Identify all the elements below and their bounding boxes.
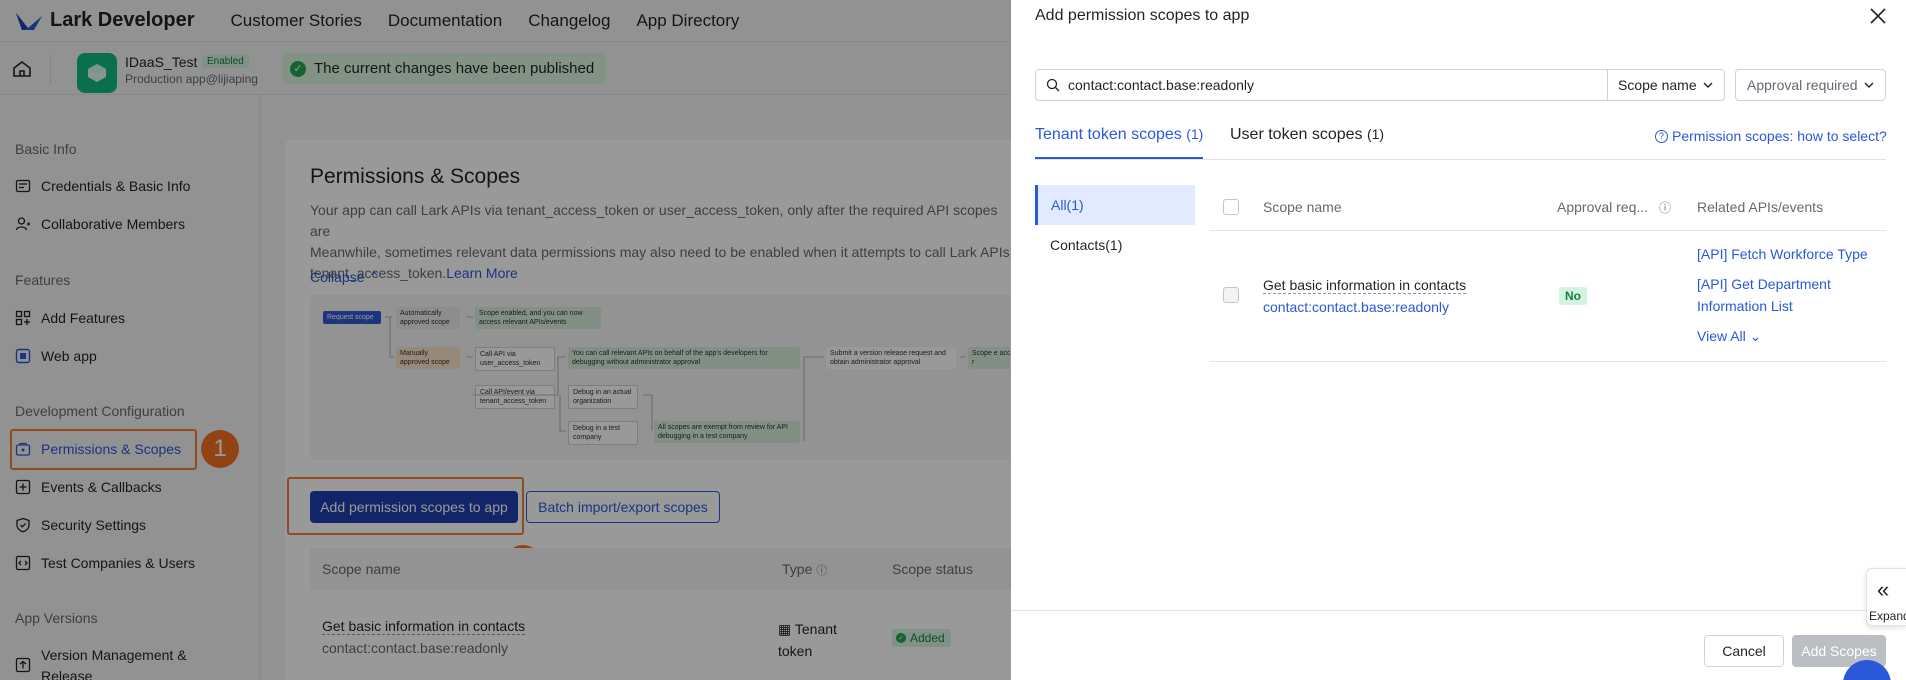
scope-name: Get basic information in contacts xyxy=(1263,277,1467,294)
search-icon xyxy=(1046,78,1060,92)
row-checkbox[interactable] xyxy=(1223,287,1239,303)
approval-badge: No xyxy=(1559,287,1587,305)
api-link-department-list[interactable]: [API] Get Department Information List xyxy=(1697,273,1831,317)
tab-user-token-scopes[interactable]: User token scopes (1) xyxy=(1230,126,1384,144)
drawer-table-header: Scope name Approval req... ⓘ Related API… xyxy=(1210,183,1886,231)
double-chevron-left-icon: « xyxy=(1877,577,1890,602)
view-all-link[interactable]: View All ⌄ xyxy=(1697,325,1761,347)
category-all[interactable]: All(1) xyxy=(1035,185,1195,225)
category-contacts[interactable]: Contacts(1) xyxy=(1050,237,1122,253)
add-scopes-drawer xyxy=(1011,0,1906,680)
col-scope-name: Scope name xyxy=(1263,199,1342,215)
row-divider xyxy=(1210,361,1886,362)
view-all-label: View All xyxy=(1697,328,1746,344)
tab-label: User token scopes xyxy=(1230,126,1363,143)
modal-overlay[interactable] xyxy=(0,0,1011,680)
select-value: Approval required xyxy=(1747,77,1858,93)
drawer-title: Add permission scopes to app xyxy=(1035,7,1250,24)
chevron-down-icon xyxy=(1864,82,1874,88)
col-approval: Approval req... xyxy=(1557,199,1649,215)
api-link-line: Information List xyxy=(1697,298,1793,314)
cancel-button[interactable]: Cancel xyxy=(1704,635,1784,667)
footer-divider xyxy=(1011,610,1906,611)
select-all-checkbox[interactable] xyxy=(1223,199,1239,215)
select-value: Scope name xyxy=(1618,77,1697,93)
expand-label: Expand xyxy=(1869,609,1906,623)
chevron-down-icon xyxy=(1703,82,1713,88)
tab-count: (1) xyxy=(1186,126,1204,142)
chevron-down-icon: ⌄ xyxy=(1749,328,1762,344)
tab-label: Tenant token scopes xyxy=(1035,126,1182,143)
tabs-divider xyxy=(1035,159,1886,160)
tab-tenant-token-scopes[interactable]: Tenant token scopes (1) xyxy=(1035,126,1203,144)
question-icon: ? xyxy=(1655,129,1668,143)
close-icon[interactable] xyxy=(1868,6,1888,26)
help-icon[interactable]: ⓘ xyxy=(1659,199,1671,216)
scope-id[interactable]: contact:contact.base:readonly xyxy=(1263,299,1449,315)
approval-filter-select[interactable]: Approval required xyxy=(1735,69,1886,101)
how-to-select-link[interactable]: ? Permission scopes: how to select? xyxy=(1655,128,1887,144)
api-link-line: [API] Get Department xyxy=(1697,276,1831,292)
api-link-workforce-type[interactable]: [API] Fetch Workforce Type xyxy=(1697,243,1868,265)
expand-panel-button[interactable]: « Expand xyxy=(1866,568,1906,626)
tab-count: (1) xyxy=(1366,126,1385,142)
search-value: contact:contact.base:readonly xyxy=(1068,77,1255,93)
col-related-apis: Related APIs/events xyxy=(1697,199,1824,215)
search-field-select[interactable]: Scope name xyxy=(1607,69,1725,101)
link-label: Permission scopes: how to select? xyxy=(1672,128,1887,144)
scope-search-input[interactable]: contact:contact.base:readonly xyxy=(1035,69,1608,101)
